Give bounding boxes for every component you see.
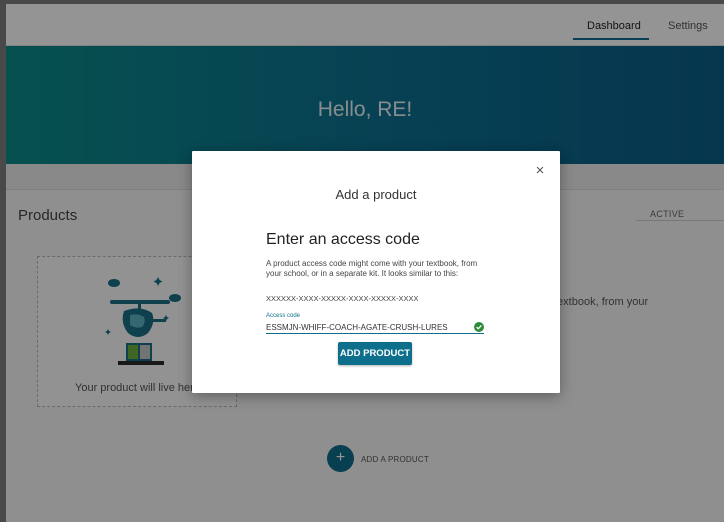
access-code-description: A product access code might come with yo…: [266, 259, 478, 278]
add-product-dialog: × Add a product Enter an access code A p…: [192, 151, 560, 393]
access-code-heading: Enter an access code: [266, 231, 420, 248]
add-product-button[interactable]: ADD PRODUCT: [338, 342, 412, 365]
close-icon[interactable]: ×: [532, 163, 548, 179]
dialog-title: Add a product: [335, 187, 417, 202]
valid-check-icon: [474, 322, 484, 332]
access-code-input[interactable]: [266, 321, 484, 334]
sample-code: XXXXXX-XXXX-XXXXX-XXXX-XXXXX-XXXX: [266, 294, 419, 303]
access-code-label: Access code: [266, 313, 301, 319]
